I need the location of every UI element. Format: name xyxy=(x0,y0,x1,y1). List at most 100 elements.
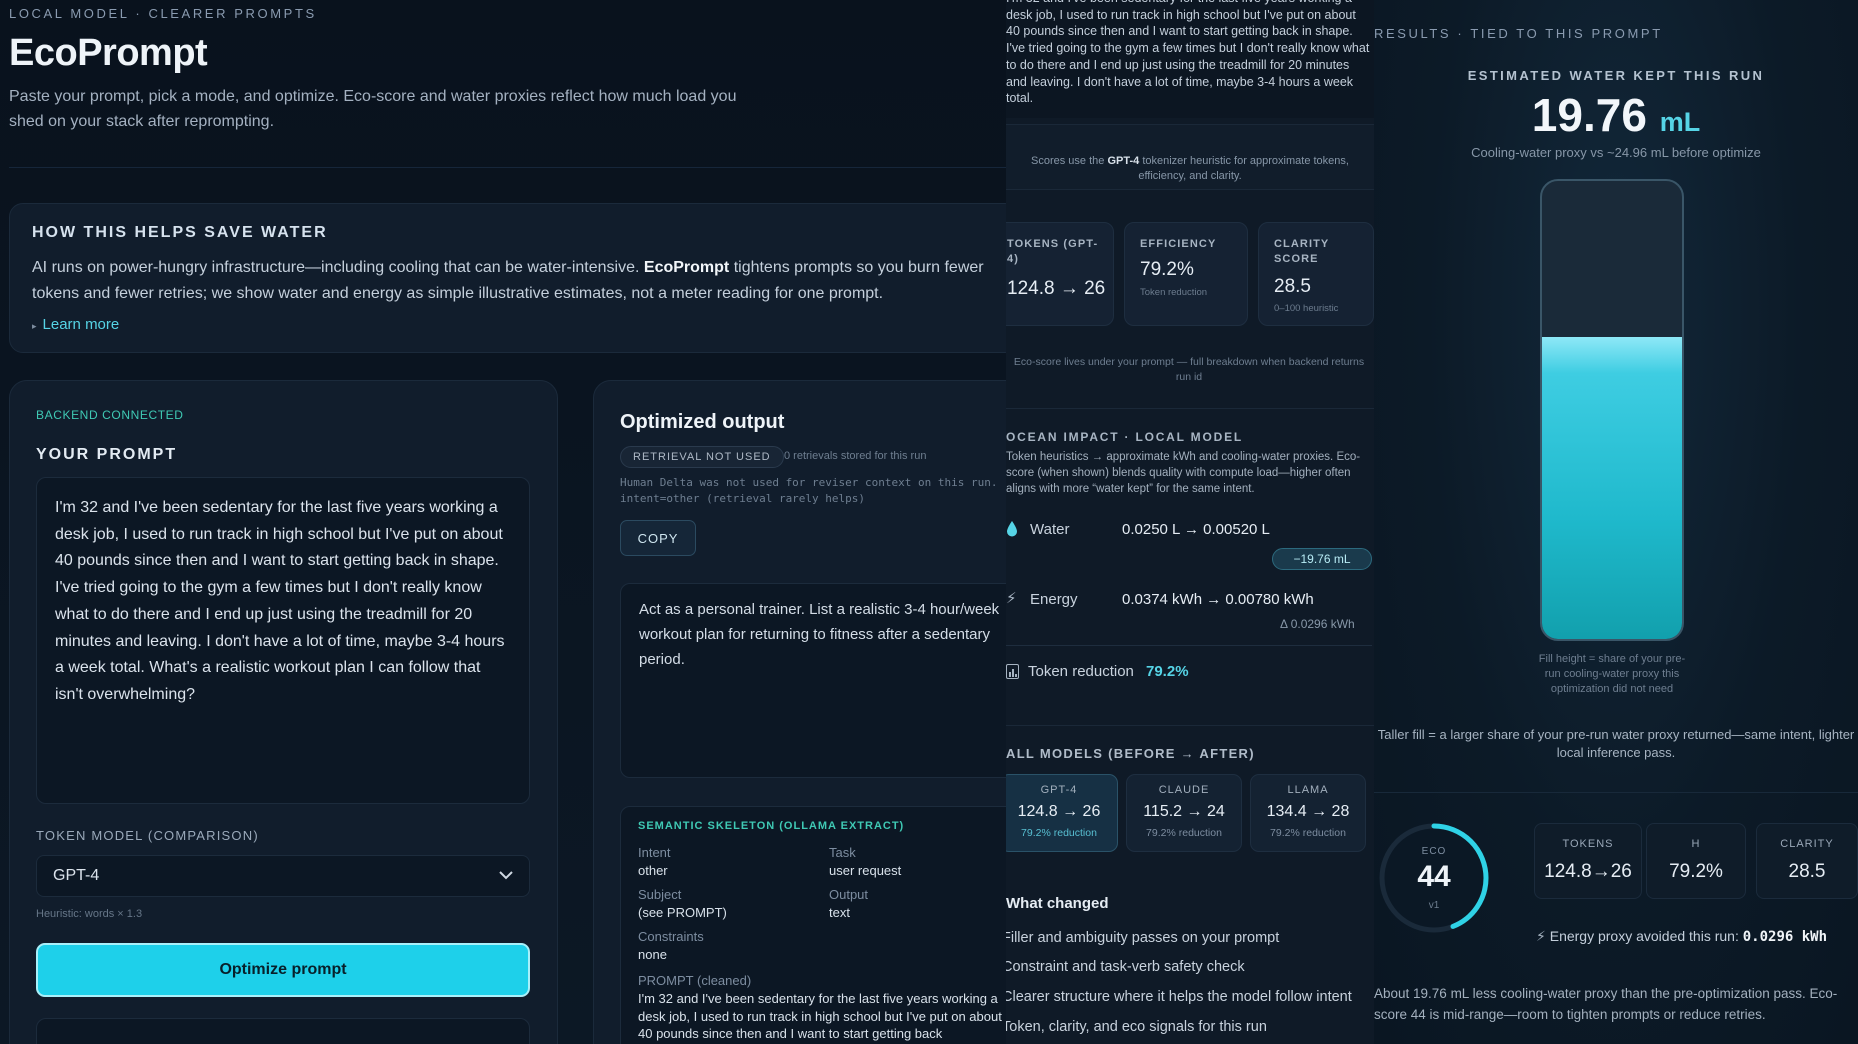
clarity-tile-value: 28.5 xyxy=(1274,276,1311,297)
token-model-label: TOKEN MODEL (COMPARISON) xyxy=(36,828,259,843)
eco-score-panel xyxy=(36,1018,530,1044)
scores-note: Scores use the GPT-4 tokenizer heuristic… xyxy=(1016,154,1364,184)
middle-column: I'm 32 and I've been sedentary for the l… xyxy=(1006,0,1374,1044)
token-model-select[interactable]: GPT-4 xyxy=(36,855,530,897)
model-name: CLAUDE xyxy=(1158,784,1210,796)
skeleton-output-label: Output xyxy=(829,887,869,902)
header-kicker: LOCAL MODEL · CLEARER PROMPTS xyxy=(9,6,317,21)
skeleton-subject-label: Subject xyxy=(638,887,682,902)
efficiency-tile-label: EFFICIENCY xyxy=(1140,238,1217,250)
token-model-value: GPT-4 xyxy=(53,867,100,884)
skeleton-constraints-value: none xyxy=(638,947,667,962)
results-tile-value: 124.8→26 xyxy=(1544,861,1632,882)
results-tile-value: 28.5 xyxy=(1788,861,1826,882)
scores-note-post: tokenizer heuristic for approximate toke… xyxy=(1138,155,1349,182)
divider xyxy=(1006,408,1374,409)
water-help-heading: HOW THIS HELPS SAVE WATER xyxy=(32,224,328,241)
water-kept-value: 19.76 mL xyxy=(1374,88,1858,142)
model-tile-gpt4[interactable]: GPT-4 124.8 → 26 79.2% reduction xyxy=(1006,774,1118,852)
learn-more-label: Learn more xyxy=(42,316,120,333)
change-item: Constraint and task-verb safety check xyxy=(1006,959,1245,975)
efficiency-tile-sub: Token reduction xyxy=(1140,287,1208,298)
clarity-tile-label: CLARITY SCORE xyxy=(1274,238,1330,265)
clarity-tile: CLARITY SCORE 28.5 0–100 heuristic xyxy=(1258,222,1374,326)
water-help-body: AI runs on power-hungry infrastructure—i… xyxy=(32,255,1022,307)
optimized-output-text[interactable]: Act as a personal trainer. List a realis… xyxy=(620,583,1040,778)
model-reduction: 79.2% reduction xyxy=(1146,827,1222,839)
prompt-textarea[interactable]: I'm 32 and I've been sedentary for the l… xyxy=(36,477,530,804)
model-reduction: 79.2% reduction xyxy=(1021,827,1097,839)
disclosure-triangle-icon: ▸ xyxy=(32,321,37,331)
efficiency-tile: EFFICIENCY 79.2% Token reduction xyxy=(1124,222,1248,326)
copy-button[interactable]: COPY xyxy=(620,520,696,556)
scores-note-model: GPT-4 xyxy=(1107,155,1140,167)
energy-avoided-value: 0.0296 kWh xyxy=(1742,929,1828,945)
efficiency-tile-value: 79.2% xyxy=(1140,259,1194,280)
skeleton-constraints-label: Constraints xyxy=(638,929,704,944)
model-value: 115.2 → 24 xyxy=(1143,803,1225,820)
skeleton-prompt-value: I'm 32 and I've been sedentary for the l… xyxy=(638,991,1002,1041)
estimated-water-heading: ESTIMATED WATER KEPT THIS RUN xyxy=(1467,68,1765,83)
eco-version: v1 xyxy=(1428,900,1440,911)
model-name: LLAMA xyxy=(1287,784,1329,796)
what-changed-heading: What changed xyxy=(1006,895,1109,912)
change-item: Token, clarity, and eco signals for this… xyxy=(1006,1019,1267,1035)
energy-value: 0.0374 kWh → 0.00780 kWh xyxy=(1122,591,1314,608)
divider xyxy=(9,167,1006,168)
skeleton-prompt-label: PROMPT (cleaned) xyxy=(638,973,752,988)
taller-fill-note: Taller fill = a larger share of your pre… xyxy=(1377,727,1855,760)
retrieval-count: 0 retrievals stored for this run xyxy=(784,450,927,462)
page-title: EcoPrompt xyxy=(9,32,208,74)
divider xyxy=(1006,645,1372,646)
water-tank-fill xyxy=(1542,336,1682,639)
eco-score-gauge: ECO 44 v1 xyxy=(1376,820,1492,936)
results-tile-label: CLARITY xyxy=(1780,838,1834,850)
eco-score-note: Eco-score lives under your prompt — full… xyxy=(1013,356,1365,383)
your-prompt-heading: YOUR PROMPT xyxy=(36,446,178,463)
chart-icon xyxy=(1006,664,1019,684)
results-tile-label: H xyxy=(1691,838,1701,850)
eco-score-value: 44 xyxy=(1417,860,1451,893)
token-reduction-value: 79.2% xyxy=(1146,663,1189,680)
tokens-tile-label: TOKENS (GPT-4) xyxy=(1007,238,1099,265)
water-kept-unit: mL xyxy=(1659,107,1701,137)
water-kept-number: 19.76 xyxy=(1531,89,1647,141)
cooling-water-note: Cooling-water proxy vs ~24.96 mL before … xyxy=(1471,145,1761,160)
model-tile-claude[interactable]: CLAUDE 115.2 → 24 79.2% reduction xyxy=(1126,774,1242,852)
skeleton-heading: SEMANTIC SKELETON (OLLAMA EXTRACT) xyxy=(638,820,905,832)
clarity-tile-sub: 0–100 heuristic xyxy=(1274,303,1339,314)
learn-more-link[interactable]: ▸ Learn more xyxy=(32,316,119,333)
water-help-card: HOW THIS HELPS SAVE WATER AI runs on pow… xyxy=(9,203,1019,353)
results-kicker: RESULTS · TIED TO THIS PROMPT xyxy=(1374,26,1663,41)
energy-avoided: ⚡ Energy proxy avoided this run: 0.0296 … xyxy=(1536,928,1827,945)
model-name: GPT-4 xyxy=(1040,784,1078,796)
optimize-prompt-button[interactable]: Optimize prompt xyxy=(36,943,530,997)
change-item: Clearer structure where it helps the mod… xyxy=(1006,989,1352,1005)
results-tile-value: 79.2% xyxy=(1669,861,1723,882)
retrieval-badge: RETRIEVAL NOT USED xyxy=(620,446,784,468)
energy-avoided-label: Energy proxy avoided this run: xyxy=(1549,928,1739,944)
model-tile-llama[interactable]: LLAMA 134.4 → 28 79.2% reduction xyxy=(1250,774,1366,852)
tokens-tile-value: 124.8 → 26 xyxy=(1007,278,1106,299)
model-value: 134.4 → 28 xyxy=(1266,803,1350,820)
results-tokens-tile: TOKENS 124.8→26 xyxy=(1534,823,1642,899)
divider xyxy=(1006,725,1374,726)
backend-status: BACKEND CONNECTED xyxy=(36,408,184,422)
water-label: Water xyxy=(1030,521,1070,538)
all-models-heading: ALL MODELS (BEFORE → AFTER) xyxy=(1006,746,1255,761)
results-tile-label: TOKENS xyxy=(1562,838,1614,850)
water-delta-badge: −19.76 mL xyxy=(1272,548,1372,570)
water-drop-icon xyxy=(1006,520,1018,543)
human-delta-note: Human Delta was not used for reviser con… xyxy=(620,476,1011,505)
heuristic-note: Heuristic: words × 1.3 xyxy=(36,908,143,920)
change-item: Filler and ambiguity passes on your prom… xyxy=(1006,930,1280,946)
water-help-brand: EcoPrompt xyxy=(643,259,730,276)
water-value: 0.0250 L → 0.00520 L xyxy=(1122,521,1270,538)
skeleton-task-value: user request xyxy=(829,863,902,878)
lightning-icon: ⚡ xyxy=(1536,928,1546,944)
results-summary: About 19.76 mL less cooling-water proxy … xyxy=(1374,986,1838,1022)
chevron-down-icon xyxy=(499,867,513,885)
scores-note-pre: Scores use the xyxy=(1031,155,1105,167)
water-help-text-1: AI runs on power-hungry infrastructure—i… xyxy=(32,259,640,276)
ocean-impact-description: Token heuristics → approximate kWh and c… xyxy=(1006,451,1361,495)
